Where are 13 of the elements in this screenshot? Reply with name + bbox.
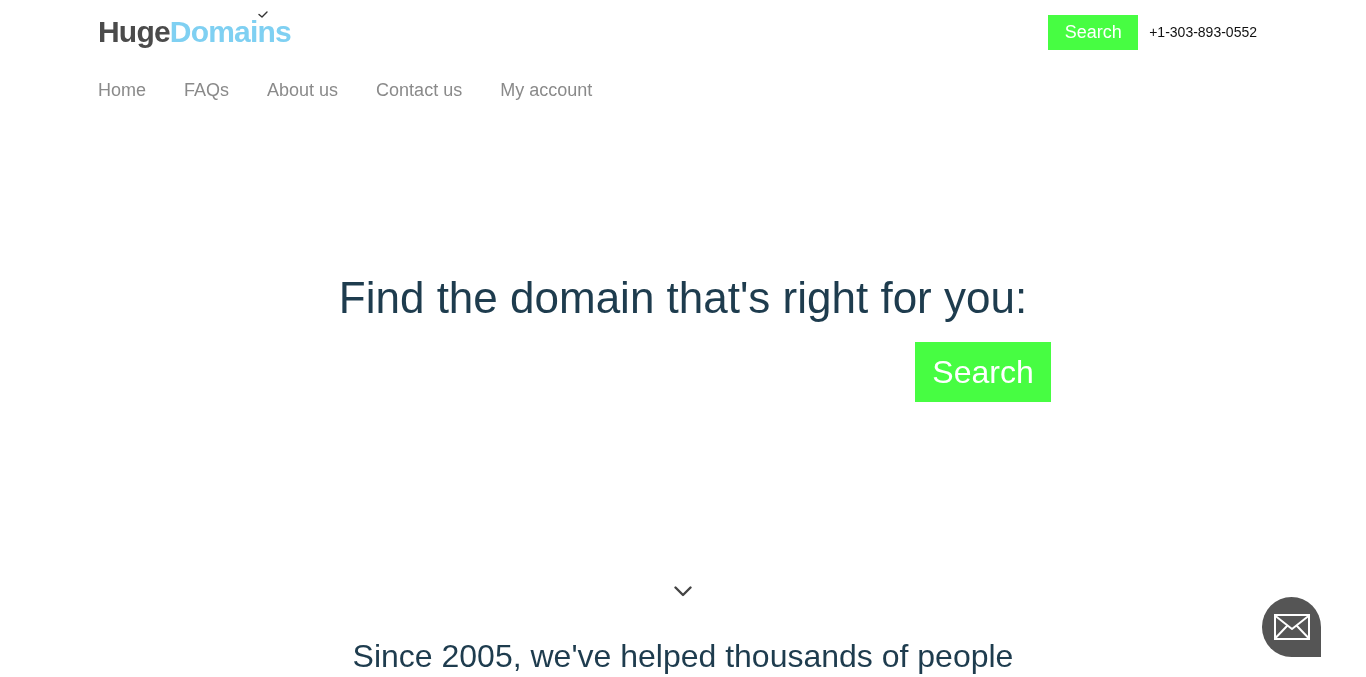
envelope-icon	[1273, 614, 1310, 640]
phone-number: +1-303-893-0552	[1149, 24, 1257, 40]
nav-link[interactable]: Contact us	[376, 78, 463, 102]
nav-link[interactable]: FAQs	[184, 78, 230, 102]
nav-link[interactable]: Home	[98, 78, 146, 102]
checkmark-icon	[258, 11, 268, 18]
nav-link[interactable]: My account	[500, 78, 593, 102]
section-heading: Since 2005, we've helped thousands of people	[351, 637, 1015, 675]
logo[interactable]: HugeDomains	[98, 14, 291, 50]
contact-button[interactable]	[1262, 597, 1321, 657]
chevron-down-icon[interactable]	[674, 586, 692, 597]
nav-link[interactable]: About us	[267, 78, 339, 102]
headline: Find the domain that's right for you:	[338, 274, 1028, 322]
